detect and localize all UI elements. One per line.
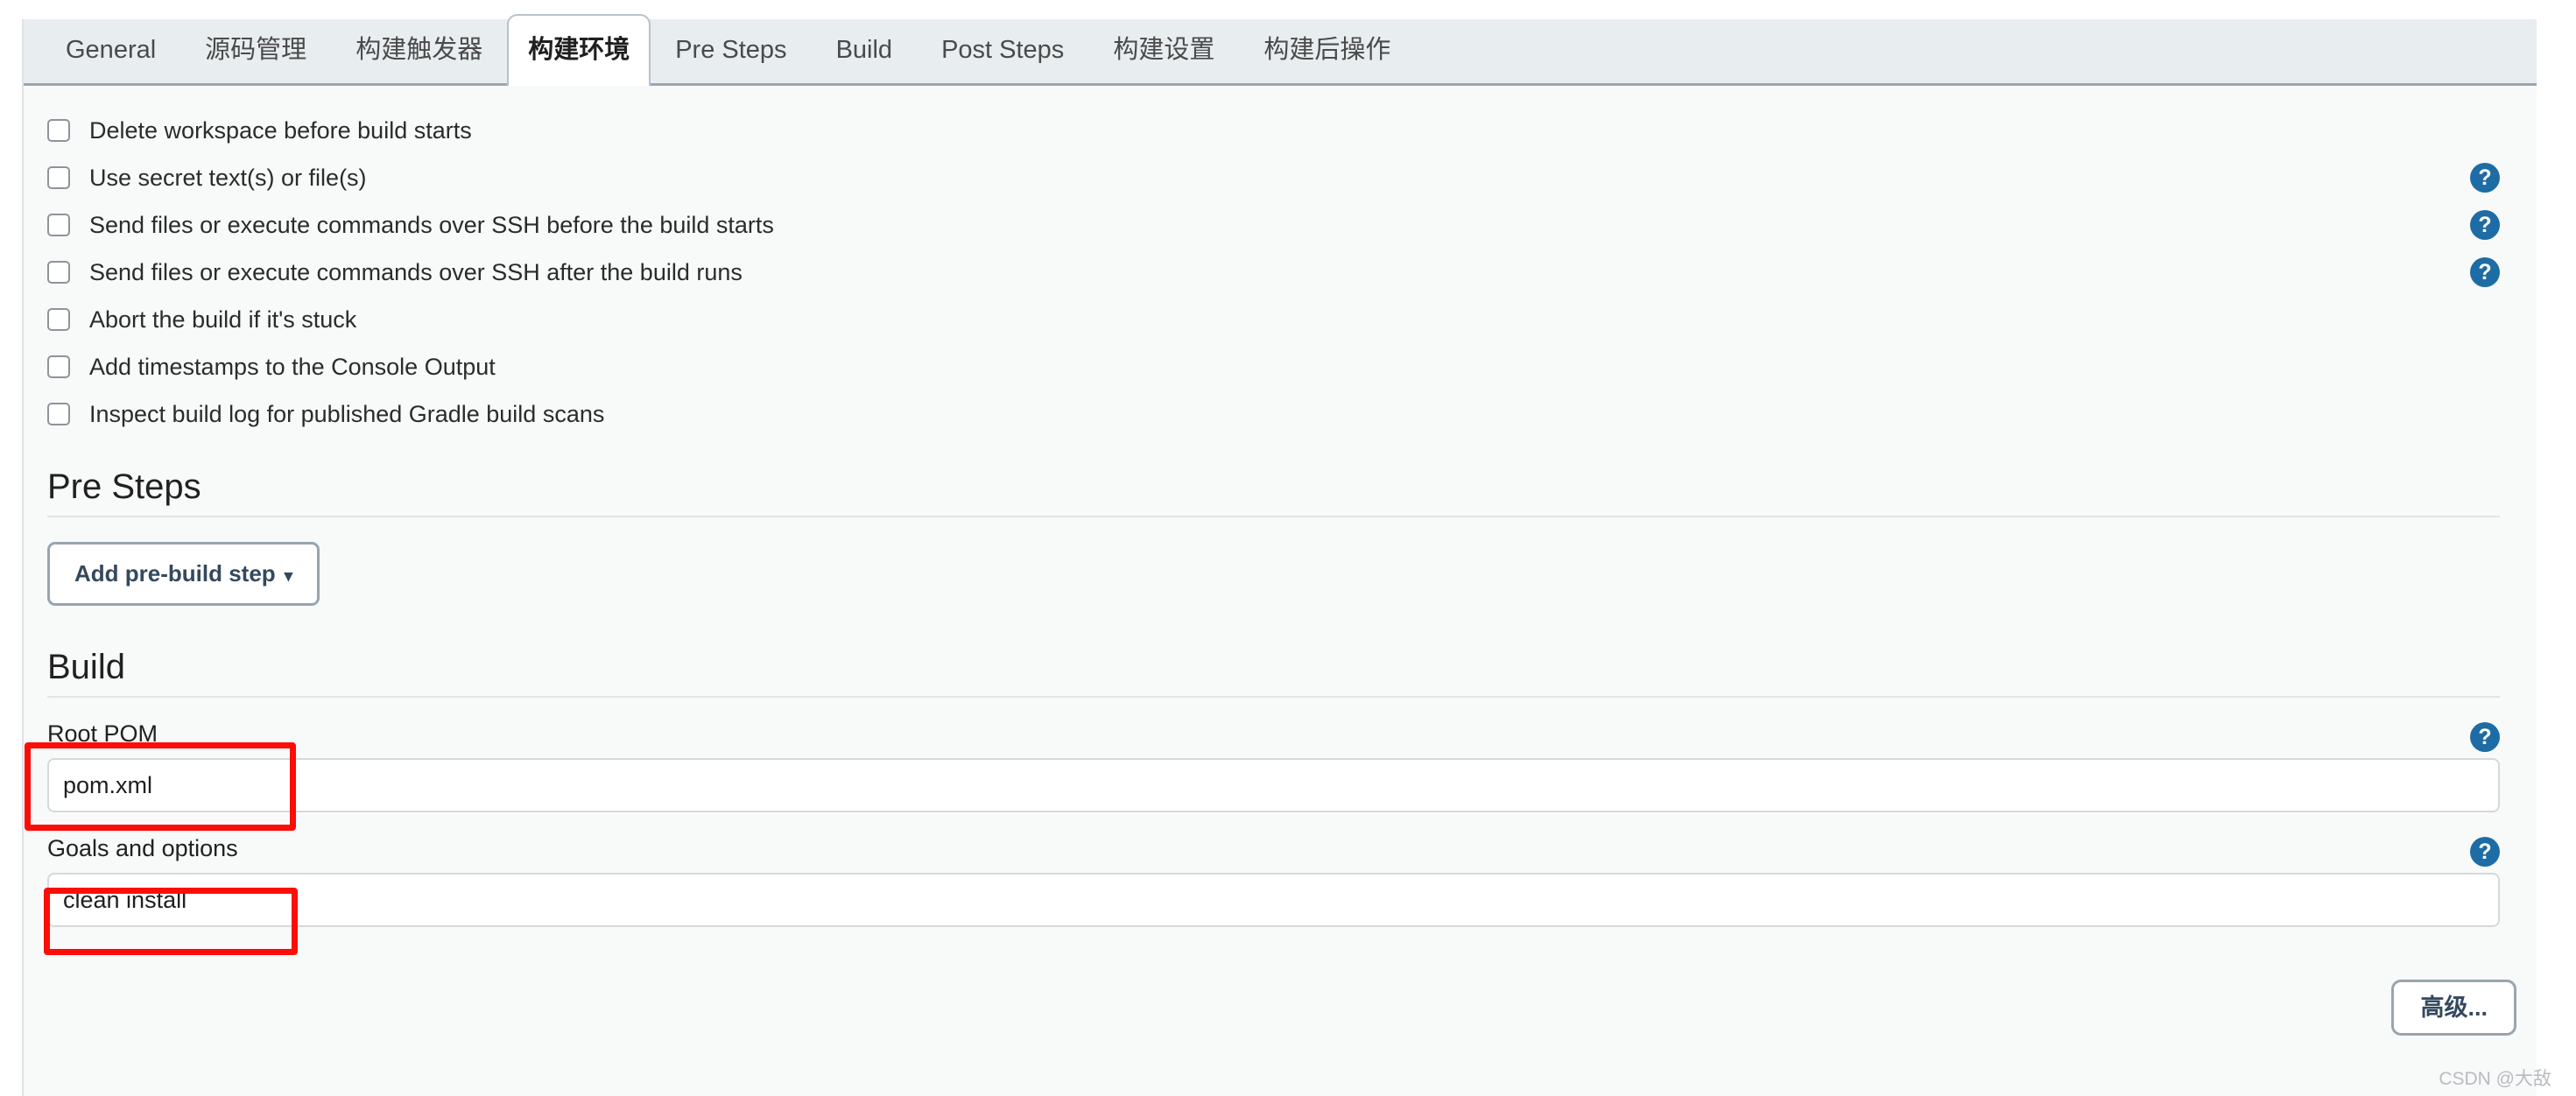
help-icon-goals-and-options[interactable]: ? (2470, 837, 2500, 867)
checkbox-ssh-after-build[interactable] (47, 261, 70, 284)
goals-and-options-input[interactable] (47, 873, 2500, 927)
chevron-down-icon: ▾ (285, 567, 293, 586)
checkbox-add-timestamps[interactable] (47, 355, 70, 378)
checkbox-label-inspect-gradle-scans: Inspect build log for published Gradle b… (89, 401, 604, 428)
build-section: Build (24, 618, 2537, 698)
csdn-watermark: CSDN @大敌 (2439, 1064, 2551, 1091)
tab-build[interactable]: Build (812, 17, 918, 83)
tab-build-triggers[interactable]: 构建触发器 (331, 17, 507, 83)
help-icon-root-pom[interactable]: ? (2470, 722, 2500, 752)
build-environment-panel: Delete workspace before build starts Use… (24, 86, 2537, 1096)
help-icon-ssh-before-build[interactable]: ? (2470, 210, 2500, 240)
advanced-button[interactable]: 高级... (2391, 980, 2516, 1036)
build-title: Build (47, 618, 2500, 696)
root-pom-input[interactable] (47, 758, 2500, 812)
add-pre-build-step-button[interactable]: Add pre-build step ▾ (47, 542, 320, 606)
tab-pre-steps[interactable]: Pre Steps (651, 17, 811, 83)
tab-build-settings[interactable]: 构建设置 (1088, 17, 1239, 83)
checkbox-row-use-secret-text[interactable]: Use secret text(s) or file(s) ? (24, 154, 2537, 201)
root-pom-label: Root POM (47, 698, 2500, 758)
help-icon-use-secret-text[interactable]: ? (2470, 163, 2500, 193)
checkbox-row-abort-stuck-build[interactable]: Abort the build if it's stuck (24, 296, 2537, 343)
tab-post-build-actions[interactable]: 构建后操作 (1239, 17, 1415, 83)
checkbox-use-secret-text[interactable] (47, 166, 70, 189)
checkbox-inspect-gradle-scans[interactable] (47, 403, 70, 425)
help-icon-ssh-after-build[interactable]: ? (2470, 257, 2500, 287)
tab-source-code-management[interactable]: 源码管理 (180, 17, 331, 83)
checkbox-ssh-before-build[interactable] (47, 214, 70, 236)
checkbox-row-add-timestamps[interactable]: Add timestamps to the Console Output (24, 343, 2537, 390)
advanced-button-wrap: 高级... (2391, 988, 2516, 1022)
checkbox-label-use-secret-text: Use secret text(s) or file(s) (89, 165, 367, 192)
checkbox-row-ssh-before-build[interactable]: Send files or execute commands over SSH … (24, 201, 2537, 249)
checkbox-row-inspect-gradle-scans[interactable]: Inspect build log for published Gradle b… (24, 390, 2537, 438)
pre-steps-title: Pre Steps (47, 438, 2500, 516)
tab-build-environment[interactable]: 构建环境 (507, 14, 651, 86)
goals-and-options-label: Goals and options (47, 812, 2500, 873)
add-pre-build-step-wrap: Add pre-build step ▾ (24, 517, 2537, 618)
tab-post-steps[interactable]: Post Steps (917, 17, 1088, 83)
jenkins-job-config-page: General 源码管理 构建触发器 构建环境 Pre Steps Build … (0, 0, 2576, 1096)
pre-steps-section: Pre Steps (24, 438, 2537, 517)
goals-and-options-field-block: Goals and options ? (24, 812, 2537, 927)
checkbox-row-ssh-after-build[interactable]: Send files or execute commands over SSH … (24, 249, 2537, 296)
checkbox-delete-workspace[interactable] (47, 119, 70, 142)
checkbox-label-delete-workspace: Delete workspace before build starts (89, 117, 472, 144)
root-pom-field-block: Root POM ? (24, 698, 2537, 812)
config-tab-bar: General 源码管理 构建触发器 构建环境 Pre Steps Build … (24, 19, 2537, 86)
checkbox-abort-stuck-build[interactable] (47, 308, 70, 331)
checkbox-label-add-timestamps: Add timestamps to the Console Output (89, 354, 496, 381)
checkbox-label-ssh-after-build: Send files or execute commands over SSH … (89, 259, 743, 286)
add-pre-build-step-label: Add pre-build step (74, 560, 276, 587)
checkbox-label-ssh-before-build: Send files or execute commands over SSH … (89, 212, 774, 239)
checkbox-label-abort-stuck-build: Abort the build if it's stuck (89, 306, 356, 334)
tab-general[interactable]: General (41, 17, 180, 83)
checkbox-row-delete-workspace[interactable]: Delete workspace before build starts (24, 107, 2537, 154)
